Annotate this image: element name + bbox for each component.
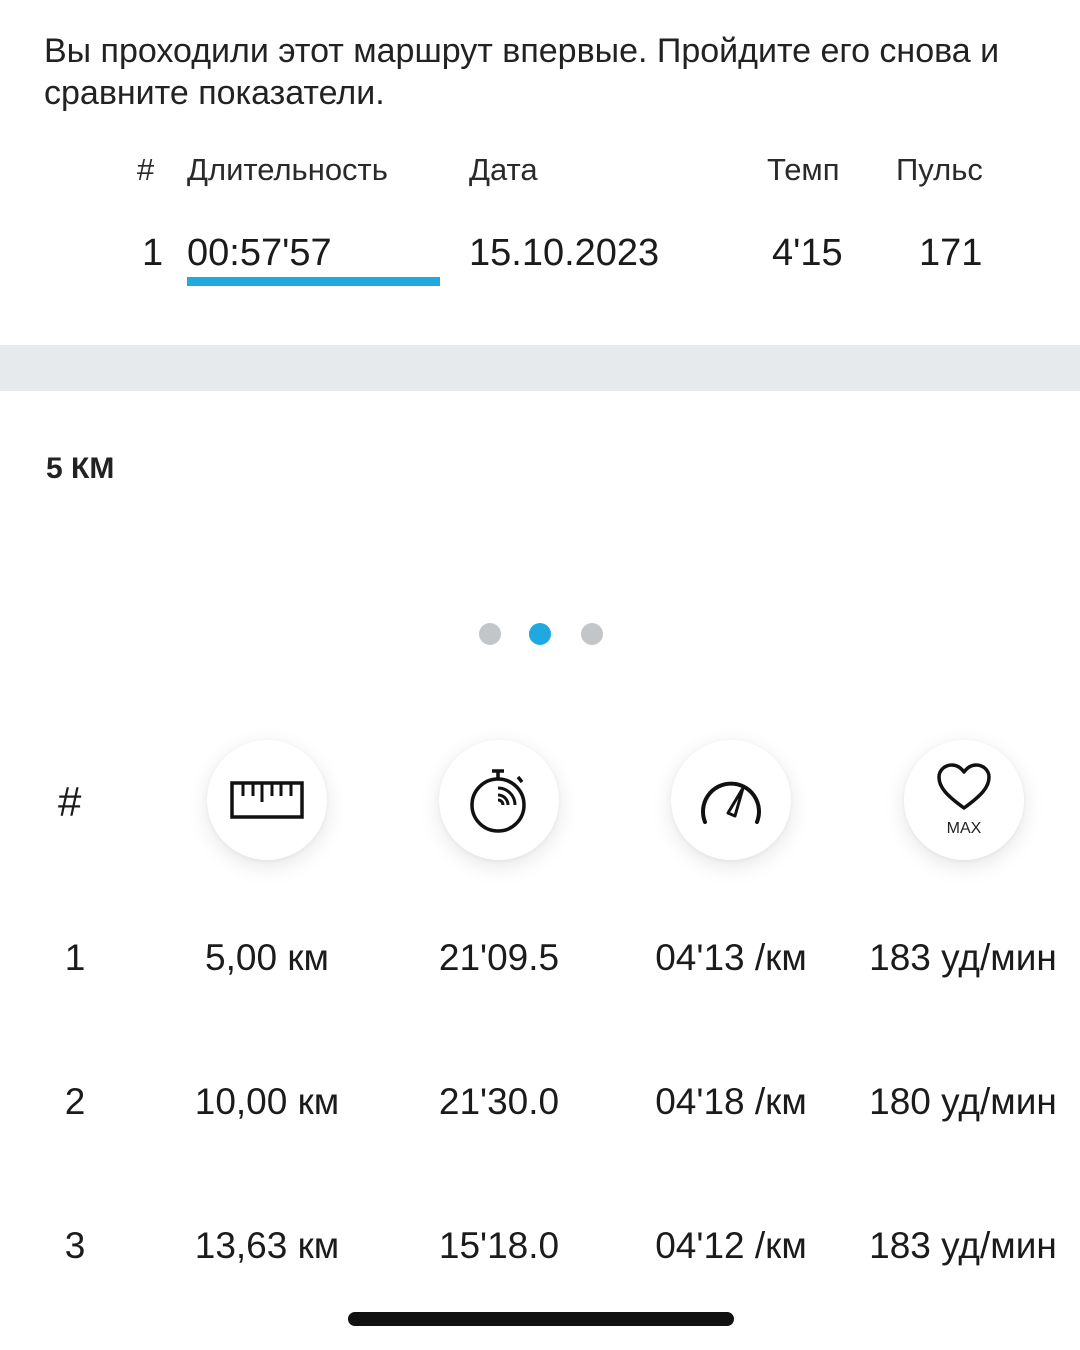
attempts-header-pace: Темп <box>767 152 840 187</box>
split-time: 15'18.0 <box>438 1225 560 1266</box>
distance-column-header <box>207 740 327 860</box>
split-distance: 5,00 км <box>205 937 329 978</box>
page-dot-2-active[interactable] <box>529 623 551 645</box>
attempt-num: 1 <box>142 232 164 274</box>
attempt-duration[interactable]: 00:57'57 <box>187 232 332 275</box>
attempts-header-date: Дата <box>469 152 538 187</box>
attempts-header-pulse: Пульс <box>896 152 983 187</box>
selected-underline <box>187 277 440 286</box>
intro-text: Вы проходили этот маршрут впервые. Пройд… <box>44 32 1000 112</box>
ruler-icon <box>230 781 304 819</box>
speedometer-icon <box>701 781 761 824</box>
split-num: 2 <box>64 1081 86 1122</box>
split-distance: 13,63 км <box>194 1225 340 1266</box>
split-pace: 04'12 /км <box>655 1225 807 1266</box>
max-label: MAX <box>946 820 982 837</box>
split-num: 3 <box>64 1225 86 1266</box>
page-dot-1[interactable] <box>479 623 501 645</box>
attempts-header-num: # <box>137 152 155 187</box>
split-pace: 04'13 /км <box>655 937 807 978</box>
heart-rate-column-header: MAX <box>904 740 1024 860</box>
split-num: 1 <box>64 937 86 978</box>
time-column-header <box>439 740 559 860</box>
split-heart-rate: 180 уд/мин <box>869 1081 1057 1122</box>
section-divider <box>0 345 1080 391</box>
splits-header-num: # <box>58 778 82 825</box>
split-heart-rate: 183 уд/мин <box>869 937 1057 978</box>
split-time: 21'09.5 <box>438 937 560 978</box>
split-pace: 04'18 /км <box>655 1081 807 1122</box>
attempt-pace: 4'15 <box>772 232 843 274</box>
section-title: 5 КМ <box>46 452 115 485</box>
home-indicator[interactable] <box>348 1312 734 1326</box>
stopwatch-icon <box>470 769 526 833</box>
attempt-date: 15.10.2023 <box>469 232 660 274</box>
page-dot-3[interactable] <box>581 623 603 645</box>
split-time: 21'30.0 <box>438 1081 560 1122</box>
split-distance: 10,00 км <box>194 1081 340 1122</box>
split-heart-rate: 183 уд/мин <box>869 1225 1057 1266</box>
attempts-header-duration: Длительность <box>187 152 388 187</box>
heart-icon <box>937 763 991 810</box>
pace-column-header <box>671 740 791 860</box>
attempt-pulse: 171 <box>919 232 983 274</box>
